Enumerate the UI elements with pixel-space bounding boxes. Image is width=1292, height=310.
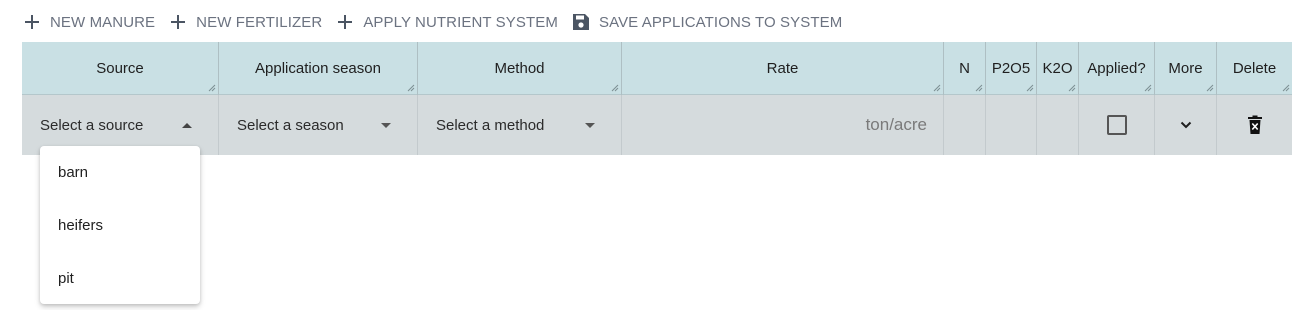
p2o5-cell (986, 95, 1037, 155)
source-dropdown-menu: barn heifers pit (40, 146, 200, 304)
column-header-label: N (959, 60, 970, 77)
k2o-cell (1037, 95, 1079, 155)
new-manure-label: NEW MANURE (50, 13, 156, 31)
applied-checkbox[interactable] (1106, 115, 1127, 135)
method-select-value: Select a method (436, 116, 545, 134)
plus-icon (22, 12, 42, 32)
column-header-label: More (1168, 60, 1203, 77)
n-cell (944, 95, 986, 155)
column-header-delete[interactable]: Delete (1217, 42, 1292, 95)
column-header-p2o5[interactable]: P2O5 (986, 42, 1037, 95)
chevron-down-icon[interactable] (1180, 121, 1192, 129)
column-header-more[interactable]: More (1155, 42, 1217, 95)
more-cell (1155, 95, 1217, 155)
rate-input[interactable]: ton/acre (622, 95, 944, 155)
resize-grip-icon[interactable] (1282, 84, 1290, 92)
column-header-source[interactable]: Source (22, 42, 219, 95)
column-header-k2o[interactable]: K2O (1037, 42, 1079, 95)
resize-grip-icon[interactable] (1144, 84, 1152, 92)
plus-icon (168, 12, 188, 32)
column-header-label: Application season (255, 60, 381, 77)
season-select-value: Select a season (237, 116, 344, 134)
caret-up-icon (182, 122, 192, 128)
column-header-label: Rate (766, 60, 799, 77)
column-header-label: Delete (1232, 60, 1277, 77)
resize-grip-icon[interactable] (975, 84, 983, 92)
resize-grip-icon[interactable] (611, 84, 619, 92)
source-option-barn[interactable]: barn (40, 146, 200, 199)
column-header-season[interactable]: Application season (219, 42, 418, 95)
source-option-heifers[interactable]: heifers (40, 199, 200, 252)
new-fertilizer-button[interactable]: NEW FERTILIZER (168, 8, 322, 36)
season-select[interactable]: Select a season (219, 95, 418, 155)
column-header-method[interactable]: Method (418, 42, 622, 95)
applied-cell (1079, 95, 1155, 155)
source-select-value: Select a source (40, 116, 144, 134)
caret-down-icon (585, 122, 595, 128)
plus-icon (335, 12, 355, 32)
resize-grip-icon[interactable] (1026, 84, 1034, 92)
column-header-label: P2O5 (991, 60, 1031, 77)
delete-cell (1217, 95, 1292, 155)
applications-table: Source Application season Method Rate N … (22, 42, 1292, 155)
apply-nutrient-system-button[interactable]: APPLY NUTRIENT SYSTEM (335, 8, 558, 36)
delete-icon[interactable] (1247, 115, 1263, 135)
column-header-label: K2O (1042, 60, 1073, 77)
resize-grip-icon[interactable] (1068, 84, 1076, 92)
resize-grip-icon[interactable] (1206, 84, 1214, 92)
new-manure-button[interactable]: NEW MANURE (22, 8, 155, 36)
table-header: Source Application season Method Rate N … (22, 42, 1292, 95)
resize-grip-icon[interactable] (407, 84, 415, 92)
save-icon (571, 12, 591, 32)
caret-down-icon (381, 122, 391, 128)
rate-unit-label: ton/acre (865, 115, 927, 134)
new-fertilizer-label: NEW FERTILIZER (196, 13, 323, 31)
table-row: Select a source Select a season Select a… (22, 95, 1292, 155)
column-header-rate[interactable]: Rate (622, 42, 944, 95)
column-header-label: Applied? (1087, 60, 1146, 77)
column-header-label: Source (96, 60, 144, 77)
resize-grip-icon[interactable] (933, 84, 941, 92)
resize-grip-icon[interactable] (208, 84, 216, 92)
column-header-n[interactable]: N (944, 42, 986, 95)
method-select[interactable]: Select a method (418, 95, 622, 155)
column-header-applied[interactable]: Applied? (1079, 42, 1155, 95)
save-applications-button[interactable]: SAVE APPLICATIONS TO SYSTEM (571, 8, 842, 36)
apply-nutrient-system-label: APPLY NUTRIENT SYSTEM (363, 13, 558, 31)
column-header-label: Method (494, 60, 545, 77)
save-applications-label: SAVE APPLICATIONS TO SYSTEM (598, 13, 843, 31)
source-option-pit[interactable]: pit (40, 252, 200, 305)
toolbar: NEW MANURE NEW FERTILIZER APPLY NUTRIENT… (22, 8, 855, 36)
